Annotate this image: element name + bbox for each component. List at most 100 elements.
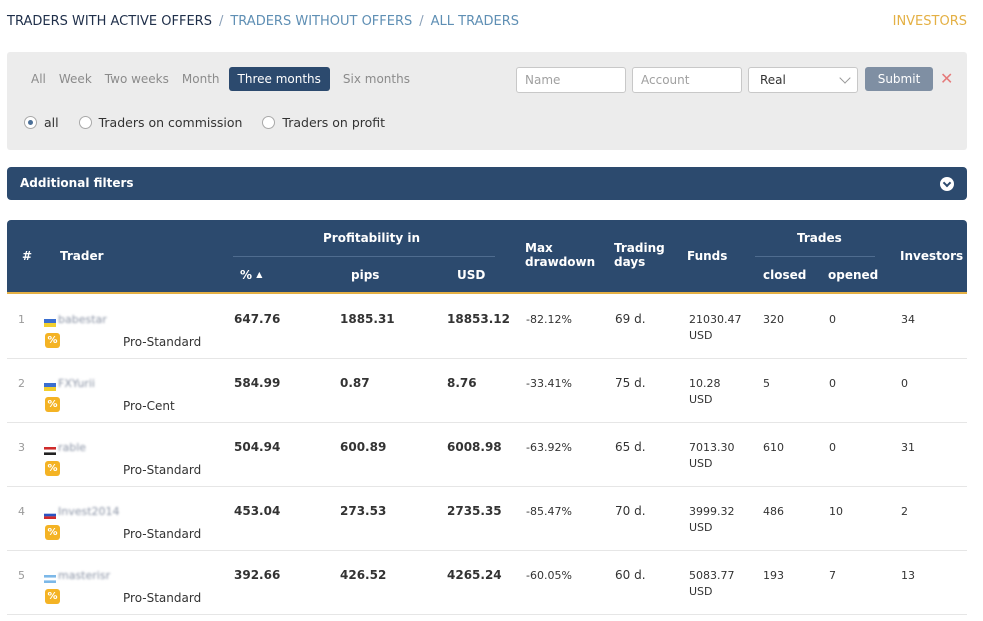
table-row[interactable]: 1 647.76 1885.31 18853.12 -82.12% 69 d. 320 0 34… [7,295,967,359]
cell-percent: 453.04 [234,504,281,518]
tab-all-traders[interactable]: ALL TRADERS [431,14,519,29]
table-row[interactable]: 3 504.94 600.89 6008.98 -63.92% 65 d. 610 0 31 ra… [7,423,967,487]
column-opened[interactable]: opened [828,268,878,282]
nav-separator: / [419,14,424,29]
radio-label: Traders on commission [98,115,243,130]
radio-label: Traders on profit [282,115,386,130]
cell-pips: 426.52 [340,568,387,582]
cell-max-drawdown: -60.05% [526,569,572,582]
period-week[interactable]: Week [59,67,92,91]
column-investors[interactable]: Investors [900,249,963,263]
percent-badge-icon: % [45,397,60,412]
account-input[interactable] [632,67,742,93]
cell-usd: 6008.98 [447,440,502,454]
column-max-drawdown[interactable]: Max drawdown [525,241,595,269]
chevron-down-icon[interactable] [940,177,954,191]
funds-currency: USD [689,393,713,406]
country-flag-icon [44,444,56,455]
additional-filters-bar[interactable]: Additional filters [7,167,967,200]
radio-traders-on-commission[interactable]: Traders on commission [78,115,243,130]
cell-investors: 0 [901,377,908,390]
cell-funds: 10.28 USD [689,376,721,408]
period-two-weeks[interactable]: Two weeks [105,67,169,91]
funds-amount: 5083.77 [689,569,735,582]
row-index: 5 [18,569,25,582]
cell-usd: 8.76 [447,376,477,390]
cell-pips: 273.53 [340,504,387,518]
cell-investors: 34 [901,313,915,326]
period-all[interactable]: All [31,67,46,91]
column-group-profitability: Profitability in [323,231,421,245]
table-header: # Trader Profitability in % ▲ pips USD M… [7,220,967,294]
cell-trades-closed: 486 [763,505,784,518]
account-type-value: Real [760,73,786,87]
cell-trades-closed: 320 [763,313,784,326]
cell-percent: 392.66 [234,568,281,582]
period-three-months[interactable]: Three months [228,67,330,91]
column-trading-days[interactable]: Trading days [614,241,665,269]
cell-max-drawdown: -85.47% [526,505,572,518]
cell-max-drawdown: -33.41% [526,377,572,390]
cell-usd: 2735.35 [447,504,502,518]
investors-link[interactable]: INVESTORS [893,14,967,29]
column-group-trades: Trades [797,231,842,245]
name-input[interactable] [516,67,626,93]
table-row[interactable]: 2 584.99 0.87 8.76 -33.41% 75 d. 5 0 0 FXYurii% Pr… [7,359,967,423]
trader-name-link[interactable]: babestar [58,313,107,326]
cell-pips: 1885.31 [340,312,395,326]
column-percent-label: % [240,268,253,282]
column-usd[interactable]: USD [457,268,485,282]
trader-name-link[interactable]: Invest2014 [58,505,120,518]
filter-panel: All Week Two weeks Month Three months Si… [7,52,967,150]
column-max-drawdown-line1: Max [525,241,553,255]
radio-all[interactable]: all [24,115,59,130]
cell-pips: 0.87 [340,376,370,390]
cell-trading-days: 69 d. [615,312,646,326]
column-trader[interactable]: Trader [60,249,104,263]
account-type: Pro-Standard [123,527,202,541]
period-month[interactable]: Month [182,67,220,91]
cell-funds: 5083.77 USD [689,568,735,600]
percent-badge-icon: % [45,333,60,348]
tab-traders-with-active-offers[interactable]: TRADERS WITH ACTIVE OFFERS [7,14,212,29]
submit-button[interactable]: Submit [865,67,933,91]
funds-currency: USD [689,585,713,598]
table-row[interactable]: 4 453.04 273.53 2735.35 -85.47% 70 d. 486 10 2 In… [7,487,967,551]
cell-trades-opened: 0 [829,441,836,454]
account-type-select[interactable]: Real [748,67,858,93]
cell-trading-days: 65 d. [615,440,646,454]
cell-trades-opened: 7 [829,569,836,582]
tab-traders-without-offers[interactable]: TRADERS WITHOUT OFFERS [230,14,412,29]
column-pips[interactable]: pips [351,268,379,282]
cell-trades-opened: 10 [829,505,843,518]
trader-name-link[interactable]: rable [58,441,86,454]
cell-usd: 18853.12 [447,312,511,326]
top-navigation: TRADERS WITH ACTIVE OFFERS / TRADERS WITHO… [7,14,967,32]
cell-percent: 647.76 [234,312,281,326]
radio-button[interactable] [262,116,276,129]
trader-name-link[interactable]: masterisr [58,569,110,582]
cell-percent: 504.94 [234,440,281,454]
close-icon[interactable]: ✕ [940,70,953,88]
percent-badge-icon: % [45,589,60,604]
period-six-months[interactable]: Six months [343,67,410,91]
cell-max-drawdown: -82.12% [526,313,572,326]
row-index: 3 [18,441,25,454]
country-flag-icon [44,572,56,583]
table-row[interactable]: 5 392.66 426.52 4265.24 -60.05% 60 d. 193 7 13 ma… [7,551,967,615]
header-divider [233,256,495,257]
column-funds[interactable]: Funds [687,249,727,263]
cell-investors: 2 [901,505,908,518]
trader-name-link[interactable]: FXYurii [58,377,95,390]
column-trading-days-line2: days [614,255,646,269]
column-percent[interactable]: % ▲ [240,268,262,282]
cell-trades-opened: 0 [829,313,836,326]
radio-traders-on-profit[interactable]: Traders on profit [262,115,385,130]
account-type: Pro-Cent [123,399,175,413]
cell-max-drawdown: -63.92% [526,441,572,454]
radio-button-checked[interactable] [24,116,37,129]
radio-button[interactable] [78,116,92,129]
column-closed[interactable]: closed [763,268,806,282]
funds-amount: 21030.47 [689,313,742,326]
funds-currency: USD [689,457,713,470]
